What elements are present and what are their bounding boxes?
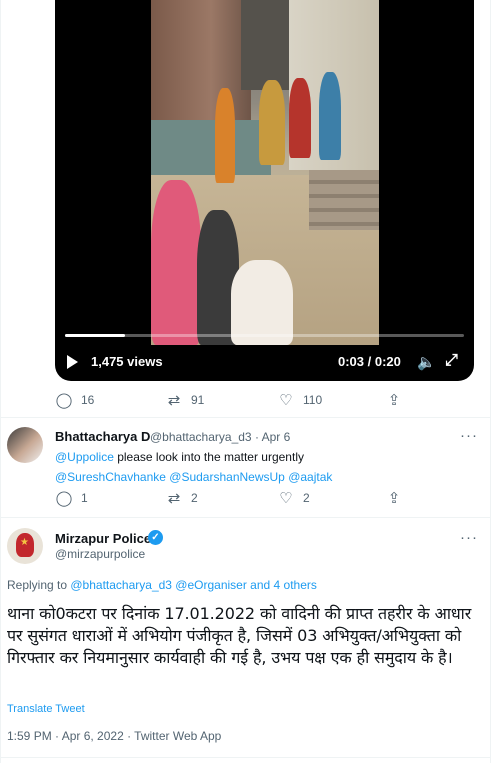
video-frame[interactable] — [55, 0, 474, 345]
author-name[interactable]: Bhattacharya D — [55, 429, 150, 444]
retweet-icon: ⇄ — [167, 392, 181, 409]
mention-link[interactable]: @aajtak — [288, 470, 332, 484]
tweet-metadata[interactable]: 1:59 PM · Apr 6, 2022 · Twitter Web App — [7, 729, 221, 743]
volume-icon[interactable]: 🔈 — [417, 353, 436, 371]
like-count: 110 — [303, 393, 323, 407]
reply-count: 1 — [81, 491, 88, 505]
like-count: 2 — [303, 491, 310, 505]
mention-link[interactable]: @SureshChavhanke — [55, 470, 166, 484]
tweet-actions: ◯ 16 ⇄ 91 ♡ 110 ⇪ — [55, 391, 475, 409]
like-button[interactable]: ♡ 2 — [277, 489, 385, 507]
video-player[interactable]: 1,475 views 0:03 / 0:20 🔈 ⤢ — [55, 0, 474, 381]
share-button[interactable]: ⇪ — [385, 391, 403, 409]
person-figure — [215, 88, 235, 183]
author-name[interactable]: Mirzapur Police — [55, 531, 151, 546]
reply-button[interactable]: ◯ 1 — [55, 489, 165, 507]
tweet-body: please look into the matter urgently — [113, 450, 304, 464]
person-figure — [259, 80, 285, 165]
child-figure — [151, 180, 201, 345]
view-count: 1,475 views — [91, 354, 163, 369]
video-time: 0:03 / 0:20 — [338, 354, 401, 369]
platform — [151, 120, 271, 180]
steps — [309, 170, 379, 230]
tweet-actions: ◯ 1 ⇄ 2 ♡ 2 ⇪ — [55, 489, 475, 507]
share-icon: ⇪ — [387, 490, 401, 507]
author-handle[interactable]: @bhattacharya_d3 · Apr 6 — [150, 430, 290, 444]
play-icon[interactable] — [67, 355, 78, 369]
reply-count: 16 — [81, 393, 95, 407]
person-figure — [289, 78, 311, 158]
retweet-button[interactable]: ⇄ 2 — [165, 489, 277, 507]
star-icon: ★ — [20, 537, 29, 548]
tree-trunk — [241, 0, 291, 90]
like-button[interactable]: ♡ 110 — [277, 391, 385, 409]
video-progress-bar[interactable] — [65, 334, 464, 337]
mention-link[interactable]: @SudarshanNewsUp — [169, 470, 285, 484]
verified-icon: ✓ — [148, 530, 163, 545]
more-icon[interactable]: ··· — [460, 529, 478, 546]
avatar[interactable]: ★ — [7, 528, 43, 564]
video-progress-fill — [65, 334, 125, 337]
share-icon: ⇪ — [387, 392, 401, 409]
reply-button[interactable]: ◯ 16 — [55, 391, 165, 409]
author-handle[interactable]: @mirzapurpolice — [55, 547, 145, 561]
retweet-count: 2 — [191, 491, 198, 505]
share-button[interactable]: ⇪ — [385, 489, 403, 507]
tweet-text: थाना को0कटरा पर दिनांक 17.01.2022 को वाद… — [7, 604, 472, 667]
replying-links[interactable]: @bhattacharya_d3 @eOrganiser and 4 other… — [70, 578, 317, 592]
divider — [0, 757, 491, 758]
brick-wall — [151, 0, 251, 140]
tweet-text: @Uppolice please look into the matter ur… — [55, 447, 475, 487]
reply-icon: ◯ — [55, 392, 73, 409]
replying-prefix: Replying to — [7, 578, 71, 592]
tweet-date: · Apr 6 — [254, 430, 291, 444]
like-icon: ♡ — [279, 490, 293, 507]
translate-link[interactable]: Translate Tweet — [7, 703, 85, 715]
more-icon[interactable]: ··· — [460, 427, 478, 444]
replying-to: Replying to @bhattacharya_d3 @eOrganiser… — [7, 578, 317, 592]
retweet-icon: ⇄ — [167, 490, 181, 507]
divider — [0, 517, 491, 518]
retweet-count: 91 — [191, 393, 205, 407]
retweet-button[interactable]: ⇄ 91 — [165, 391, 277, 409]
like-icon: ♡ — [279, 392, 293, 409]
divider — [0, 417, 491, 418]
mention-link[interactable]: @Uppolice — [55, 450, 114, 464]
video-scene-image — [151, 0, 379, 345]
video-controls: 1,475 views 0:03 / 0:20 🔈 ⤢ — [55, 345, 474, 381]
child-figure — [231, 260, 293, 345]
reply-icon: ◯ — [55, 490, 73, 507]
person-figure — [319, 72, 341, 160]
avatar[interactable] — [7, 427, 43, 463]
fullscreen-icon[interactable]: ⤢ — [445, 352, 458, 370]
left-border — [0, 0, 1, 763]
